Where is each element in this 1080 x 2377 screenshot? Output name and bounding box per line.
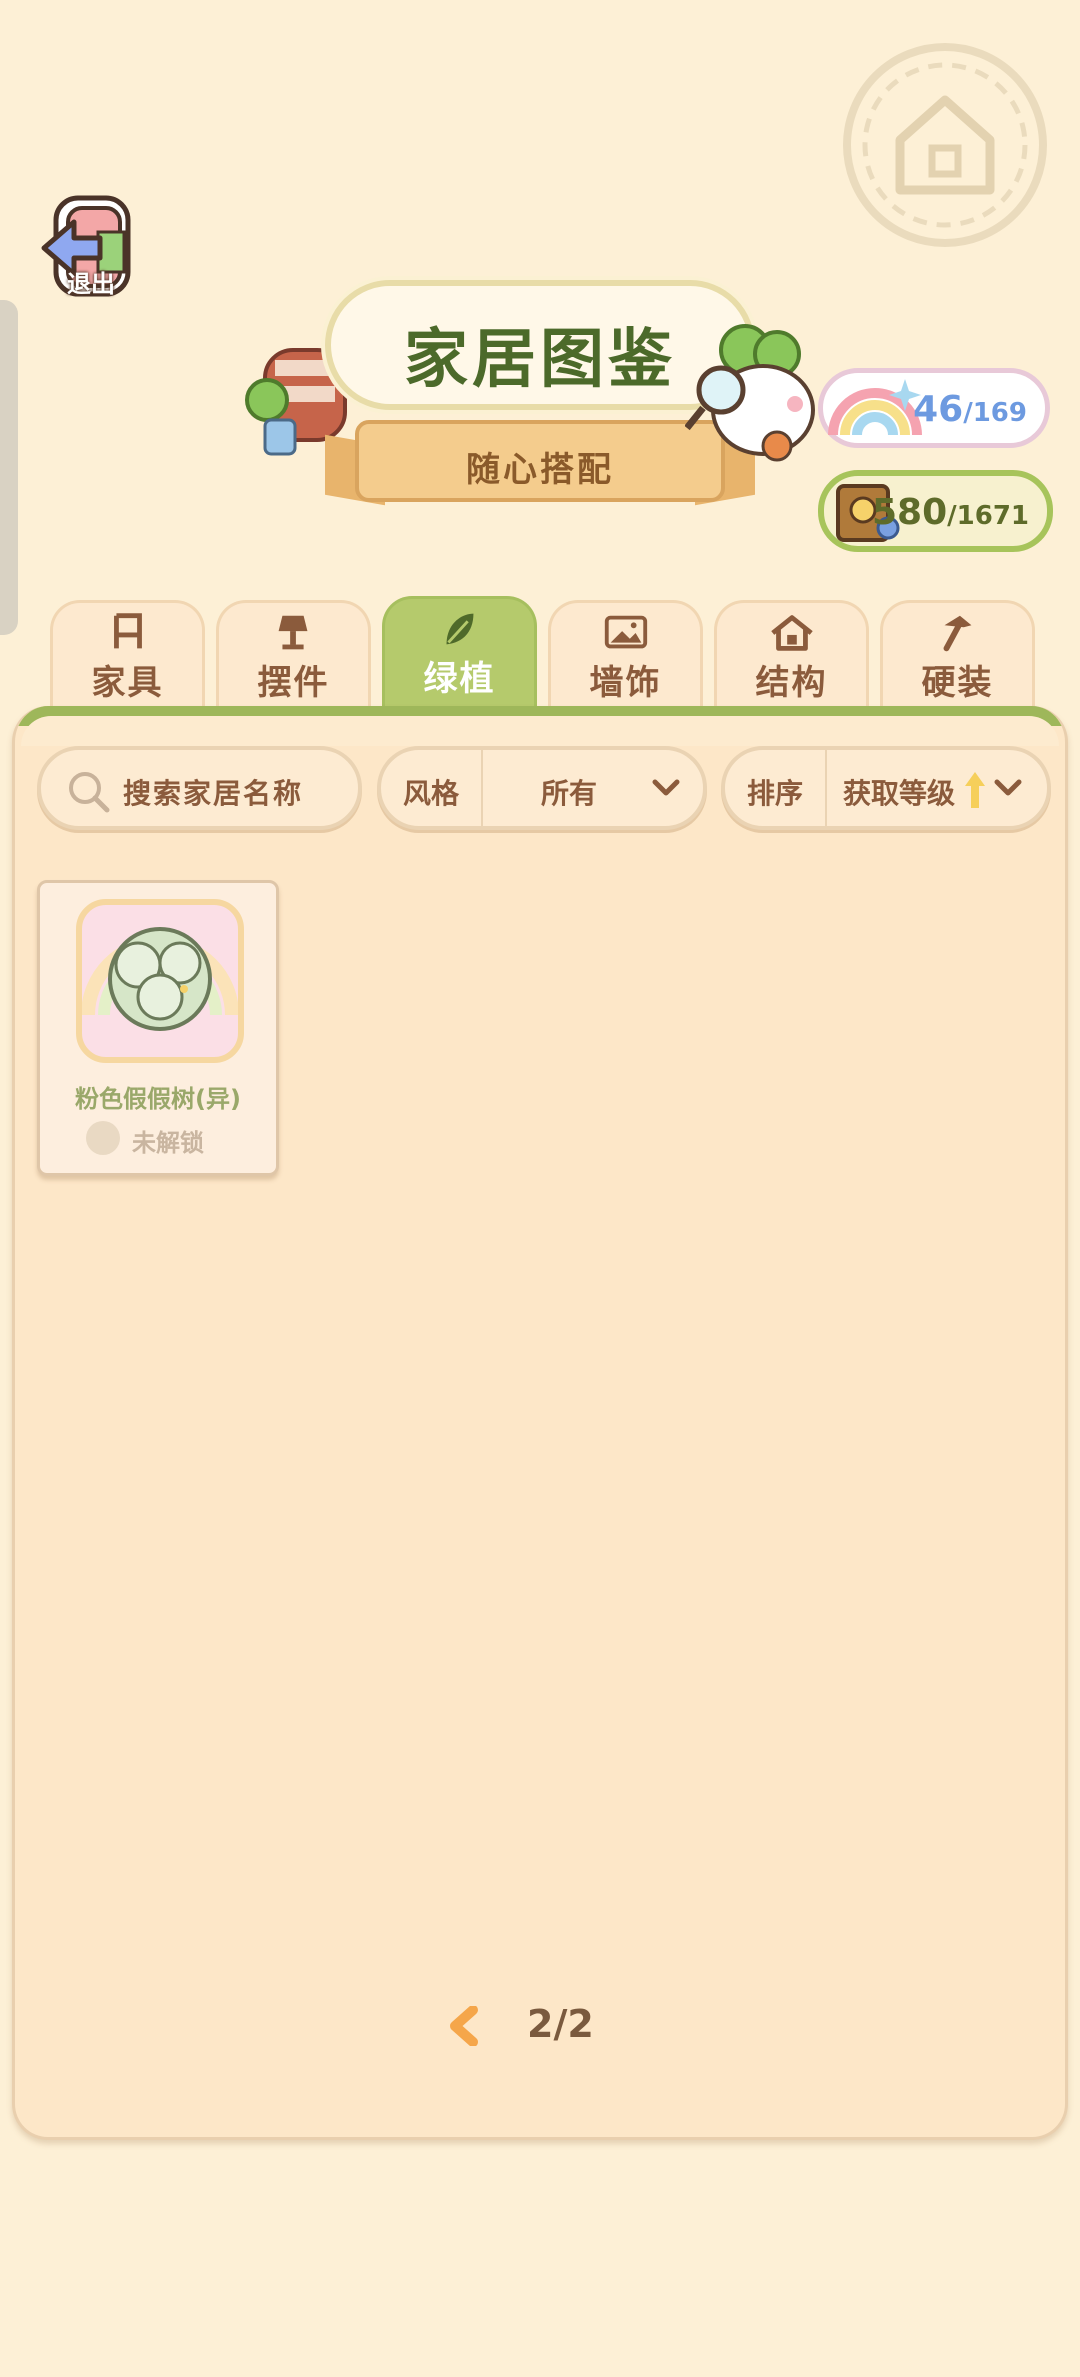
tab-furniture[interactable]: 家具 bbox=[50, 600, 205, 710]
tab-wall-decor[interactable]: 墙饰 bbox=[548, 600, 703, 710]
sort-ascending-arrow-icon bbox=[965, 772, 985, 808]
style-filter-value: 所有 bbox=[541, 777, 598, 810]
book-count: 580/1671 bbox=[872, 492, 1029, 533]
sort-label: 排序 bbox=[747, 777, 804, 810]
catalog-panel: 搜索家居名称 风格 所有 排序 获取等级 粉色假假树(异) 未解锁 2/2 bbox=[12, 706, 1068, 2140]
tab-label: 绿植 bbox=[423, 659, 496, 699]
tab-structure[interactable]: 结构 bbox=[714, 600, 869, 710]
title-banner: 家居图鉴 随心搭配 bbox=[245, 270, 835, 540]
chair-icon bbox=[114, 613, 142, 649]
picture-icon bbox=[604, 615, 648, 649]
page-indicator: 2/2 bbox=[527, 2002, 594, 2046]
exit-button[interactable]: 退出 bbox=[38, 192, 144, 308]
style-filter-label: 风格 bbox=[403, 777, 460, 810]
prev-page-icon[interactable] bbox=[445, 2006, 485, 2046]
hammer-icon bbox=[943, 615, 972, 652]
rainbow-icon bbox=[828, 379, 922, 436]
tab-label: 家具 bbox=[91, 663, 164, 703]
sort-dropdown[interactable]: 排序 获取等级 bbox=[721, 746, 1051, 830]
rainbow-count: 46/169 bbox=[913, 389, 1027, 430]
tab-plants[interactable]: 绿植 bbox=[382, 596, 537, 710]
book-count-total: /1671 bbox=[947, 501, 1029, 531]
home-stamp-icon[interactable] bbox=[840, 40, 1050, 250]
page-subtitle: 随心搭配 bbox=[466, 450, 614, 490]
item-status-text: 未解锁 bbox=[132, 1129, 204, 1157]
tab-ornaments[interactable]: 摆件 bbox=[216, 600, 371, 710]
chevron-down-icon bbox=[652, 779, 680, 796]
divider bbox=[825, 750, 827, 826]
tree-icon bbox=[82, 927, 238, 1031]
chevron-down-icon bbox=[994, 779, 1022, 796]
item-thumbnail bbox=[76, 899, 244, 1063]
rainbow-count-total: /169 bbox=[963, 398, 1027, 428]
panel-top-fill bbox=[21, 716, 1059, 746]
tab-label: 硬装 bbox=[921, 663, 994, 703]
search-input[interactable]: 搜索家居名称 bbox=[37, 746, 362, 830]
tab-label: 墙饰 bbox=[589, 663, 662, 703]
item-card[interactable]: 粉色假假树(异) 未解锁 bbox=[37, 880, 279, 1176]
tab-label: 结构 bbox=[755, 663, 828, 703]
search-icon bbox=[69, 772, 110, 813]
divider bbox=[481, 750, 483, 826]
item-status: 未解锁 bbox=[86, 1121, 204, 1158]
pagination: 2/2 bbox=[445, 1996, 645, 2056]
subtitle-ribbon: 随心搭配 bbox=[355, 420, 725, 502]
lock-status-dot bbox=[86, 1121, 120, 1155]
sort-value: 获取等级 bbox=[843, 777, 956, 810]
tab-label: 摆件 bbox=[257, 663, 330, 703]
style-filter-dropdown[interactable]: 风格 所有 bbox=[377, 746, 707, 830]
rainbow-count-value: 46 bbox=[913, 389, 964, 430]
search-placeholder: 搜索家居名称 bbox=[123, 777, 304, 810]
exit-label: 退出 bbox=[67, 270, 115, 298]
tab-hard-decor[interactable]: 硬装 bbox=[880, 600, 1035, 710]
house-icon bbox=[771, 615, 813, 651]
book-count-value: 580 bbox=[871, 492, 948, 533]
rainbow-counter[interactable]: 46/169 bbox=[818, 368, 1050, 448]
side-edge-handle[interactable] bbox=[0, 300, 18, 635]
leaf-icon bbox=[446, 613, 474, 645]
lamp-icon bbox=[278, 615, 308, 650]
mascot-icon bbox=[685, 324, 815, 462]
book-counter[interactable]: 580/1671 bbox=[818, 470, 1053, 552]
item-name: 粉色假假树(异) bbox=[75, 1085, 241, 1113]
